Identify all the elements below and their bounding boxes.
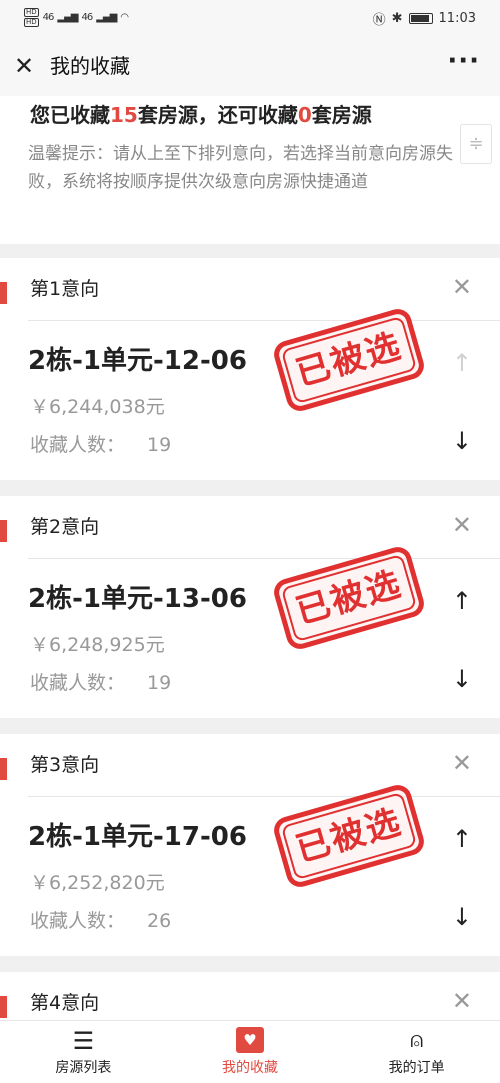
summary-panel: 您已收藏15套房源，还可收藏0套房源 温馨提示：请从上至下排列意向，若选择当前意… xyxy=(0,96,500,244)
favorite-count-value: 19 xyxy=(147,672,172,694)
move-down-icon[interactable]: ↓ xyxy=(452,666,472,692)
summary-tip: 温馨提示：请从上至下排列意向，若选择当前意向房源失败，系统将按顺序提供次级意向房… xyxy=(28,144,453,192)
list-icon: ☰ xyxy=(72,1027,95,1055)
sort-handle-icon[interactable]: ≑ xyxy=(460,124,492,164)
hd-badges: HD HD xyxy=(24,8,39,27)
favorite-count-value: 19 xyxy=(147,434,172,456)
summary-suffix: 套房源 xyxy=(311,103,372,127)
status-left: HD HD 46 ▂▄▆ 46 ▂▄▆ ◠ xyxy=(24,8,129,27)
intention-card: 第2意向 ✕ 2栋-1单元-13-06 ￥6,248,925元 收藏人数： 19 … xyxy=(0,496,500,718)
close-icon[interactable]: ✕ xyxy=(14,52,34,80)
nfc-icon: Ⓝ xyxy=(372,13,386,28)
page-title: 我的收藏 xyxy=(50,54,130,78)
unit-name: 2栋-1单元-17-06 xyxy=(28,822,247,852)
selected-stamp: 已被选 xyxy=(270,781,428,891)
divider xyxy=(28,320,500,321)
favorite-count-value: 26 xyxy=(147,910,172,932)
selected-stamp: 已被选 xyxy=(270,543,428,653)
unit-name: 2栋-1单元-13-06 xyxy=(28,584,247,614)
network-label: 46 xyxy=(42,12,55,23)
nav-bar: ✕ 我的收藏 ··· xyxy=(0,36,500,96)
remove-icon[interactable]: ✕ xyxy=(452,512,472,538)
remove-icon[interactable]: ✕ xyxy=(452,274,472,300)
bluetooth-icon: ✱ xyxy=(391,11,403,26)
favorite-count-label: 收藏人数： xyxy=(30,434,126,456)
status-right: Ⓝ ✱ 11:03 xyxy=(373,9,476,28)
summary-middle: 套房源，还可收藏 xyxy=(137,103,298,127)
summary-prefix: 您已收藏 xyxy=(30,103,110,127)
network-label: 46 xyxy=(81,12,93,23)
favorite-count-label: 收藏人数： xyxy=(30,910,126,932)
move-up-icon: ↑ xyxy=(451,349,472,377)
unit-price: ￥6,252,820元 xyxy=(30,872,165,894)
person-icon: ⍝ xyxy=(410,1028,424,1053)
summary-title: 您已收藏15套房源，还可收藏0套房源 xyxy=(30,100,372,130)
hd-badge: HD xyxy=(24,8,39,17)
card-marker xyxy=(0,996,7,1018)
remove-icon[interactable]: ✕ xyxy=(452,988,472,1014)
unit-price: ￥6,244,038元 xyxy=(30,396,165,418)
card-label: 第3意向 xyxy=(30,754,100,776)
favorite-count: 收藏人数： 26 xyxy=(30,908,171,934)
move-down-icon[interactable]: ↓ xyxy=(452,428,472,454)
unit-price: ￥6,248,925元 xyxy=(30,634,165,656)
move-up-icon[interactable]: ↑ xyxy=(452,588,472,614)
remove-icon[interactable]: ✕ xyxy=(452,750,472,776)
signal-icon: ▂▄▆ xyxy=(96,12,117,23)
divider xyxy=(28,558,500,559)
hd-badge: HD xyxy=(24,18,39,27)
stamp-text: 已被选 xyxy=(291,801,407,871)
card-marker xyxy=(0,282,7,304)
card-header: 第1意向 ✕ xyxy=(0,258,500,318)
wifi-icon: ◠ xyxy=(120,12,129,23)
collected-count: 15 xyxy=(110,103,138,127)
remaining-count: 0 xyxy=(297,103,312,127)
favorite-count: 收藏人数： 19 xyxy=(30,432,171,458)
intention-card: 第3意向 ✕ 2栋-1单元-17-06 ￥6,252,820元 收藏人数： 26 … xyxy=(0,734,500,956)
card-marker xyxy=(0,520,7,542)
tab-my-orders[interactable]: ⍝ 我的订单 xyxy=(333,1021,500,1083)
favorite-icon: ♥ xyxy=(236,1027,264,1053)
move-down-icon[interactable]: ↓ xyxy=(452,904,472,930)
favorite-count: 收藏人数： 19 xyxy=(30,670,171,696)
divider xyxy=(28,796,500,797)
tab-house-list[interactable]: ☰ 房源列表 xyxy=(0,1021,167,1083)
move-up-icon[interactable]: ↑ xyxy=(452,826,472,852)
more-menu-icon[interactable]: ··· xyxy=(447,48,480,74)
card-header: 第2意向 ✕ xyxy=(0,496,500,556)
tab-label: 我的订单 xyxy=(388,1060,445,1076)
tab-label: 房源列表 xyxy=(55,1060,112,1076)
selected-stamp: 已被选 xyxy=(270,305,428,415)
stamp-text: 已被选 xyxy=(291,563,407,633)
stamp-text: 已被选 xyxy=(291,325,407,395)
clock: 11:03 xyxy=(438,11,476,26)
favorite-count-label: 收藏人数： xyxy=(30,672,126,694)
battery-icon xyxy=(408,13,433,24)
intention-card: 第1意向 ✕ 2栋-1单元-12-06 ￥6,244,038元 收藏人数： 19 … xyxy=(0,258,500,480)
signal-icon: ▂▄▆ xyxy=(57,12,78,23)
status-bar: HD HD 46 ▂▄▆ 46 ▂▄▆ ◠ Ⓝ ✱ 11:03 xyxy=(0,0,500,36)
card-label: 第2意向 xyxy=(30,516,100,538)
card-label: 第1意向 xyxy=(30,278,100,300)
bottom-tab-bar: ☰ 房源列表 ♥ 我的收藏 ⍝ 我的订单 xyxy=(0,1020,500,1083)
card-marker xyxy=(0,758,7,780)
card-header: 第3意向 ✕ xyxy=(0,734,500,794)
tab-label: 我的收藏 xyxy=(222,1060,278,1076)
card-label: 第4意向 xyxy=(30,992,100,1014)
unit-name: 2栋-1单元-12-06 xyxy=(28,346,247,376)
tab-my-favorites[interactable]: ♥ 我的收藏 xyxy=(167,1021,334,1083)
